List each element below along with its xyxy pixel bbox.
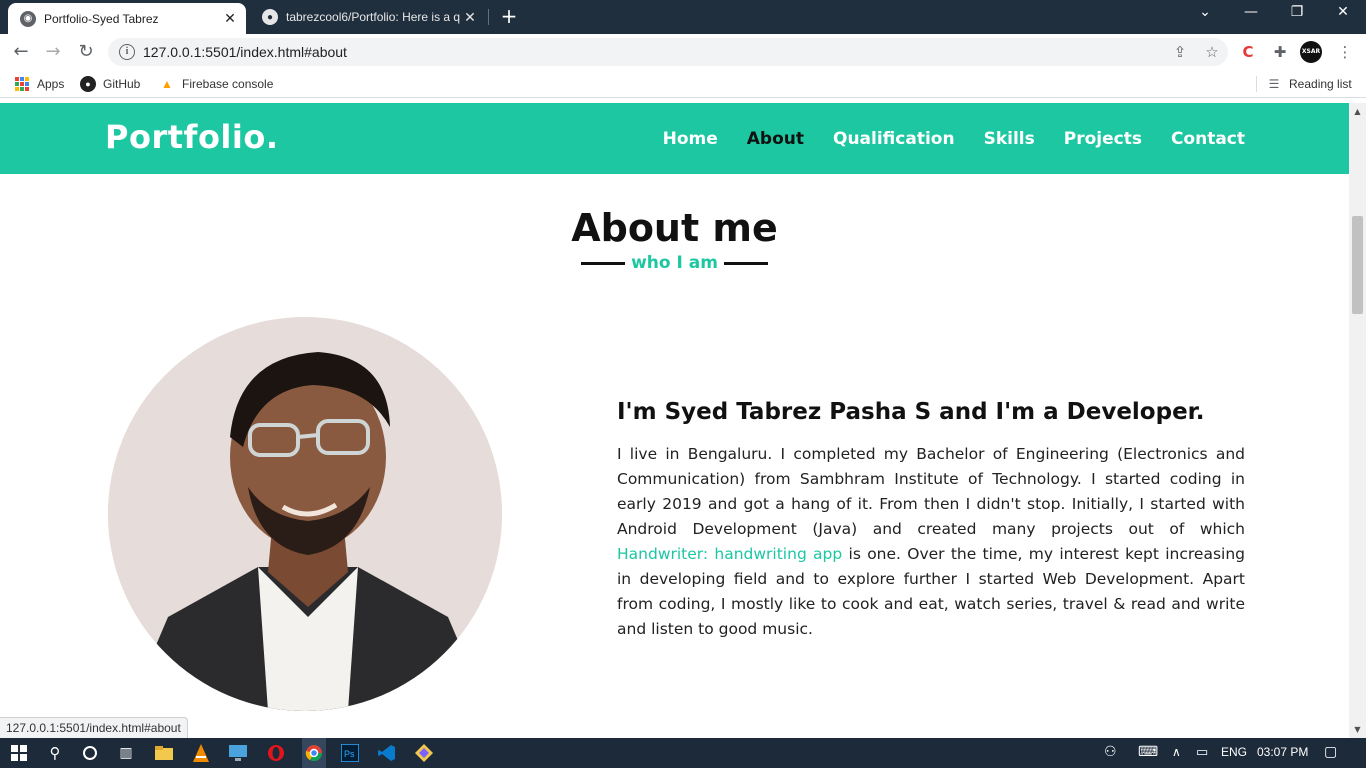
tab-title: tabrezcool6/Portfolio: Here is a q: [286, 10, 460, 24]
profile-avatar[interactable]: XSAR: [1300, 41, 1322, 63]
extensions-puzzle-icon[interactable]: ✚: [1270, 42, 1290, 62]
vscode-icon[interactable]: [376, 742, 398, 764]
windows-start-icon[interactable]: [8, 742, 30, 764]
language-indicator[interactable]: ENG: [1221, 745, 1247, 759]
new-tab-button[interactable]: +: [498, 4, 520, 28]
reading-list-label: Reading list: [1289, 77, 1352, 91]
address-bar[interactable]: i 127.0.0.1:5501/index.html#about ⇪ ☆: [108, 38, 1228, 66]
subtitle-line-left: [581, 261, 626, 265]
network-icon[interactable]: ▭: [1196, 744, 1208, 760]
tab-title: Portfolio-Syed Tabrez: [44, 11, 159, 26]
site-header: Portfolio. Home About Qualification Skil…: [0, 103, 1349, 174]
opera-icon[interactable]: [265, 742, 287, 764]
nav-skills[interactable]: Skills: [984, 129, 1035, 149]
nav-projects[interactable]: Projects: [1064, 129, 1142, 149]
share-icon[interactable]: ⇪: [1164, 43, 1196, 61]
close-window-button[interactable]: ✕: [1320, 4, 1366, 20]
url-text[interactable]: 127.0.0.1:5501/index.html#about: [143, 44, 1164, 60]
people-icon[interactable]: ⚇: [1104, 743, 1117, 760]
nav-qualification[interactable]: Qualification: [833, 129, 955, 149]
tray-chevron-up-icon[interactable]: ∧: [1172, 745, 1181, 759]
link-status-bubble: 127.0.0.1:5501/index.html#about: [0, 717, 188, 738]
github-icon: ●: [80, 76, 96, 92]
scroll-down-icon[interactable]: ▼: [1349, 721, 1366, 738]
bookmarks-divider: [1256, 76, 1257, 92]
bookmark-label: Firebase console: [182, 77, 274, 91]
file-explorer-icon[interactable]: [153, 742, 175, 764]
tab-divider: [488, 9, 489, 25]
search-icon[interactable]: ⚲: [44, 742, 66, 764]
bookmark-firebase[interactable]: ▲ Firebase console: [159, 76, 273, 92]
bookmarks-bar: Apps ● GitHub ▲ Firebase console ☰ Readi…: [0, 70, 1366, 98]
reload-button[interactable]: ↻: [75, 41, 97, 63]
tab-search-icon[interactable]: ⌄: [1182, 4, 1228, 20]
site-info-icon[interactable]: i: [119, 44, 135, 60]
scroll-thumb[interactable]: [1352, 216, 1363, 314]
profile-photo: [108, 317, 502, 711]
site-menu: Home About Qualification Skills Projects…: [663, 129, 1245, 149]
reading-list-icon: ☰: [1268, 77, 1280, 91]
portrait-illustration: [108, 317, 502, 711]
handwriter-app-link[interactable]: Handwriter: handwriting app: [617, 545, 842, 563]
subtitle-line-right: [723, 261, 768, 265]
bookmark-label: GitHub: [103, 77, 141, 91]
close-tab-icon[interactable]: ✕: [220, 10, 240, 27]
task-view-icon[interactable]: ▥: [115, 742, 137, 764]
bookmark-label: Apps: [37, 77, 65, 91]
menu-kebab-icon[interactable]: ⋮: [1335, 42, 1355, 62]
section-title: About me: [571, 206, 778, 250]
about-heading: I'm Syed Tabrez Pasha S and I'm a Develo…: [617, 399, 1205, 425]
minimize-button[interactable]: —: [1228, 4, 1274, 20]
nav-home[interactable]: Home: [663, 129, 718, 149]
nav-about[interactable]: About: [747, 129, 804, 149]
para-text: I live in Bengaluru. I completed my Bach…: [617, 445, 1245, 538]
cortana-icon[interactable]: [79, 742, 101, 764]
nav-contact[interactable]: Contact: [1171, 129, 1245, 149]
windows-taskbar: ⚲ ▥ Ps ⚇ ⌨ ∧ ▭ ENG 03:07 PM ▢: [0, 738, 1366, 768]
bookmark-apps[interactable]: Apps: [14, 76, 64, 92]
subtitle-text: who I am: [631, 253, 718, 273]
about-paragraph: I live in Bengaluru. I completed my Bach…: [617, 442, 1245, 642]
clock[interactable]: 03:07 PM: [1257, 745, 1308, 759]
svg-text:Ps: Ps: [344, 749, 355, 759]
github-icon: ●: [262, 9, 278, 25]
keyboard-icon[interactable]: ⌨: [1138, 743, 1158, 760]
section-subtitle: who I am: [0, 253, 1349, 273]
extension-icon[interactable]: C: [1238, 42, 1258, 62]
forward-button[interactable]: →: [42, 41, 64, 63]
scroll-up-icon[interactable]: ▲: [1349, 103, 1366, 120]
browser-tab-strip: ◉ Portfolio-Syed Tabrez ✕ ● tabrezcool6/…: [0, 0, 1366, 34]
firebase-icon: ▲: [161, 77, 173, 91]
photoshop-icon[interactable]: Ps: [339, 742, 361, 764]
globe-icon: ◉: [20, 10, 36, 27]
vlc-icon[interactable]: [190, 742, 212, 764]
back-button[interactable]: ←: [10, 41, 32, 63]
desktop-app-icon[interactable]: [227, 742, 249, 764]
restore-button[interactable]: ❐: [1274, 4, 1320, 20]
browser-toolbar: ← → ↻ i 127.0.0.1:5501/index.html#about …: [0, 34, 1366, 70]
notification-icon[interactable]: ▢: [1324, 743, 1337, 760]
bookmark-star-icon[interactable]: ☆: [1196, 43, 1228, 61]
tab-github-repo[interactable]: ● tabrezcool6/Portfolio: Here is a q ✕: [250, 0, 486, 34]
apps-grid-icon: [14, 76, 30, 92]
bookmark-github[interactable]: ● GitHub: [80, 76, 140, 92]
page-viewport: Portfolio. Home About Qualification Skil…: [0, 103, 1349, 738]
tab-portfolio[interactable]: ◉ Portfolio-Syed Tabrez ✕: [8, 3, 246, 34]
page-scrollbar[interactable]: ▲ ▼: [1349, 103, 1366, 738]
reading-list-button[interactable]: ☰ Reading list: [1266, 76, 1352, 92]
close-tab-icon[interactable]: ✕: [460, 9, 480, 26]
chrome-icon[interactable]: [302, 738, 326, 768]
git-tool-icon[interactable]: [413, 742, 435, 764]
site-logo[interactable]: Portfolio.: [105, 118, 279, 156]
